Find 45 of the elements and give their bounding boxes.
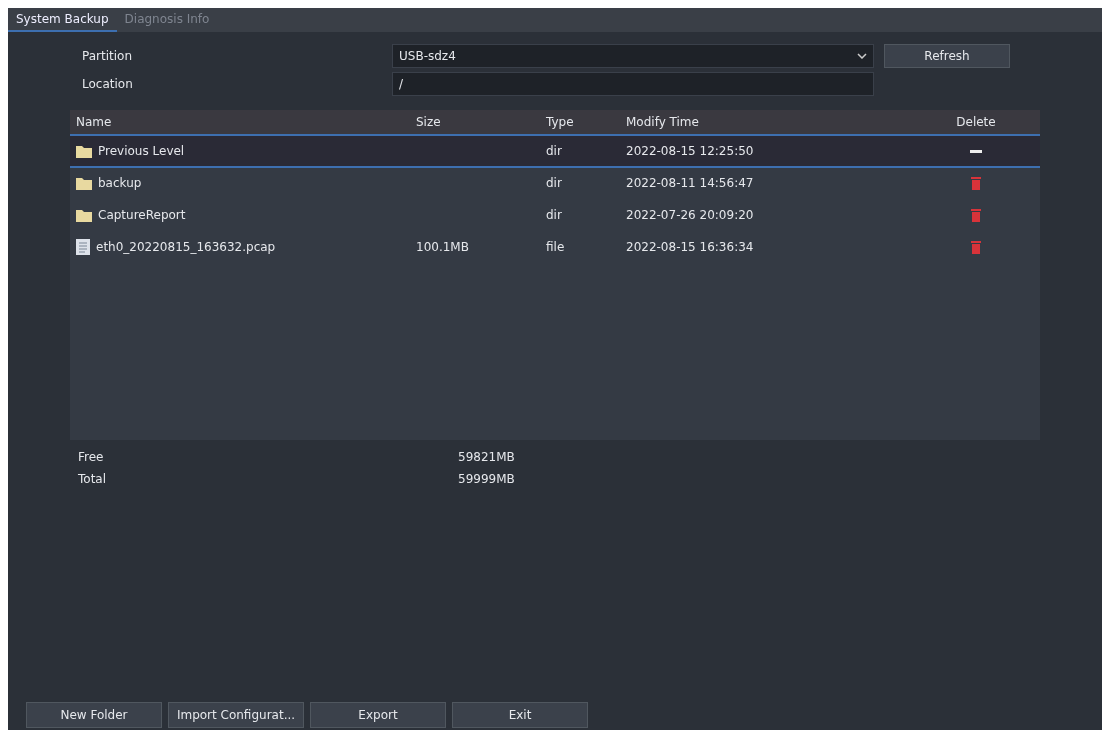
location-field[interactable]: /: [392, 72, 874, 96]
chevron-down-icon[interactable]: [857, 53, 867, 59]
field-label: Location: [81, 77, 134, 91]
footer-button[interactable]: New Folder: [26, 702, 162, 728]
tab[interactable]: System Backup: [8, 8, 117, 32]
modify-time: 2022-08-15 12:25:50: [626, 144, 754, 158]
folder-icon: [76, 144, 92, 158]
footer-button[interactable]: Exit: [452, 702, 588, 728]
refresh-button[interactable]: Refresh: [884, 44, 1010, 68]
column-header: Size: [416, 115, 442, 129]
modify-time: 2022-08-11 14:56:47: [626, 176, 754, 190]
stat-value: 59821MB: [458, 450, 515, 464]
file-type: dir: [546, 144, 562, 158]
stat-label: Total: [77, 472, 108, 486]
trash-icon[interactable]: [971, 208, 981, 222]
file-type: file: [546, 240, 565, 254]
folder-icon: [76, 208, 92, 222]
stat-value: 59999MB: [458, 472, 515, 486]
column-header: Delete: [956, 115, 996, 129]
column-header: Name: [76, 115, 113, 129]
column-header: Type: [546, 115, 575, 129]
file-size: 100.1MB: [416, 240, 469, 254]
file-row[interactable]: backup dir 2022-08-11 14:56:47: [70, 168, 1040, 200]
folder-icon: [76, 176, 92, 190]
partition-select[interactable]: USB-sdz4: [392, 44, 874, 68]
modify-time: 2022-08-15 16:36:34: [626, 240, 754, 254]
trash-icon[interactable]: [971, 240, 981, 254]
modify-time: 2022-07-26 20:09:20: [626, 208, 754, 222]
field-label: Partition: [81, 49, 133, 63]
file-row[interactable]: eth0_20220815_163632.pcap 100.1MB file 2022-08-15 16:36:34: [70, 232, 1040, 264]
stat-label: Free: [77, 450, 105, 464]
file-row[interactable]: Previous Level dir 2022-08-15 12:25:50: [70, 136, 1040, 168]
footer-button[interactable]: Import Configurat...: [168, 702, 304, 728]
footer-button[interactable]: Export: [310, 702, 446, 728]
file-name: CaptureReport: [98, 208, 186, 222]
file-type: dir: [546, 208, 562, 222]
file-name: Previous Level: [98, 144, 185, 158]
trash-icon[interactable]: [971, 176, 981, 190]
document-icon: [76, 239, 90, 255]
file-type: dir: [546, 176, 562, 190]
column-header: Modify Time: [626, 115, 700, 129]
file-row[interactable]: CaptureReport dir 2022-07-26 20:09:20: [70, 200, 1040, 232]
dash-icon: [970, 149, 982, 153]
file-name: backup: [98, 176, 142, 190]
file-name: eth0_20220815_163632.pcap: [96, 240, 276, 254]
